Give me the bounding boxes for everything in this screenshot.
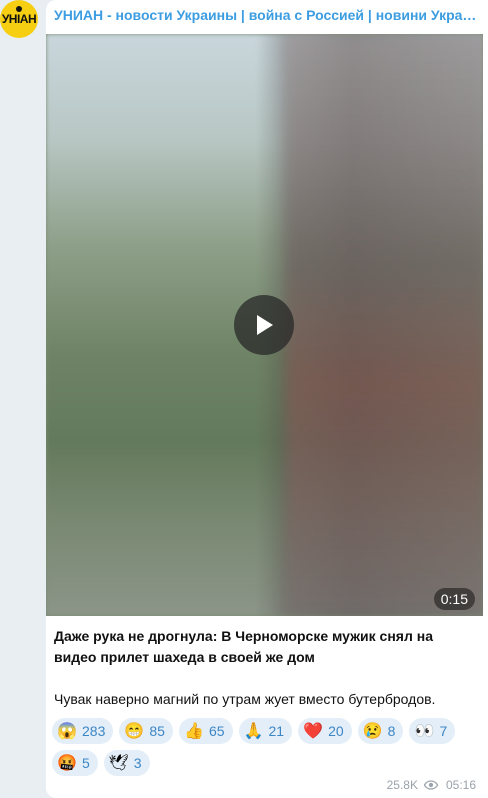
play-button[interactable] — [234, 295, 294, 355]
reaction-count: 85 — [149, 723, 165, 739]
post-caption-title: Даже рука не дрогнула: В Черноморске муж… — [54, 628, 433, 665]
reaction-count: 65 — [208, 723, 225, 739]
chat-view: УНІАН УНИАН - новости Украины | война с … — [0, 0, 488, 798]
channel-avatar[interactable]: УНІАН — [0, 0, 38, 38]
folded-hands-icon: 🙏 — [243, 723, 264, 740]
reaction-count: 283 — [82, 723, 106, 739]
channel-title[interactable]: УНИАН - новости Украины | война с Россие… — [54, 6, 478, 24]
reaction-chip[interactable]: 👀 7 — [409, 718, 456, 744]
avatar-dot — [16, 6, 22, 12]
reactions-bar: 😱 283 😁 85 👍 65 🙏 21 ❤️ 20 😢 8 👀 7 🤬 5 🕊 3 — [52, 718, 482, 776]
video-duration: 0:15 — [433, 588, 475, 610]
eye-icon — [423, 780, 438, 790]
reaction-count: 3 — [133, 755, 142, 771]
view-count: 25.8K — [386, 778, 418, 792]
play-icon — [257, 315, 273, 335]
grinning-face-icon: 😁 — [124, 723, 145, 740]
reaction-count: 20 — [328, 723, 344, 739]
reaction-chip[interactable]: 🕊 3 — [103, 750, 150, 776]
red-heart-icon: ❤️ — [303, 723, 324, 740]
thumbs-up-icon: 👍 — [183, 723, 204, 740]
reaction-count: 7 — [439, 723, 448, 739]
reaction-chip[interactable]: ❤️ 20 — [298, 718, 352, 744]
cursing-face-icon: 🤬 — [57, 755, 77, 772]
video-player[interactable]: 0:15 — [46, 34, 483, 616]
avatar-logo-text: УНІАН — [1, 12, 37, 26]
message-bubble: УНИАН - новости Украины | война с Россие… — [46, 0, 488, 798]
reaction-chip[interactable]: 🤬 5 — [52, 750, 98, 776]
reaction-chip[interactable]: 😢 8 — [357, 718, 404, 744]
video-thumbnail-wall — [286, 34, 483, 616]
post-caption-body: Чувак наверно магний по утрам жует вмест… — [54, 691, 436, 707]
message-time: 05:16 — [445, 778, 476, 792]
dove-icon: 🕊 — [108, 755, 129, 772]
screaming-face-icon: 😱 — [57, 723, 77, 740]
crying-face-icon: 😢 — [362, 723, 383, 740]
reaction-chip[interactable]: 😁 85 — [119, 718, 173, 744]
message-meta: 25.8K 05:16 — [387, 778, 476, 792]
eyes-icon: 👀 — [414, 723, 435, 740]
reaction-chip[interactable]: 😱 283 — [52, 718, 114, 744]
reaction-count: 21 — [268, 723, 285, 739]
reaction-chip[interactable]: 👍 65 — [178, 718, 233, 744]
reaction-chip[interactable]: 🙏 21 — [238, 718, 293, 744]
reaction-count: 8 — [387, 723, 396, 739]
reaction-count: 5 — [82, 755, 90, 771]
